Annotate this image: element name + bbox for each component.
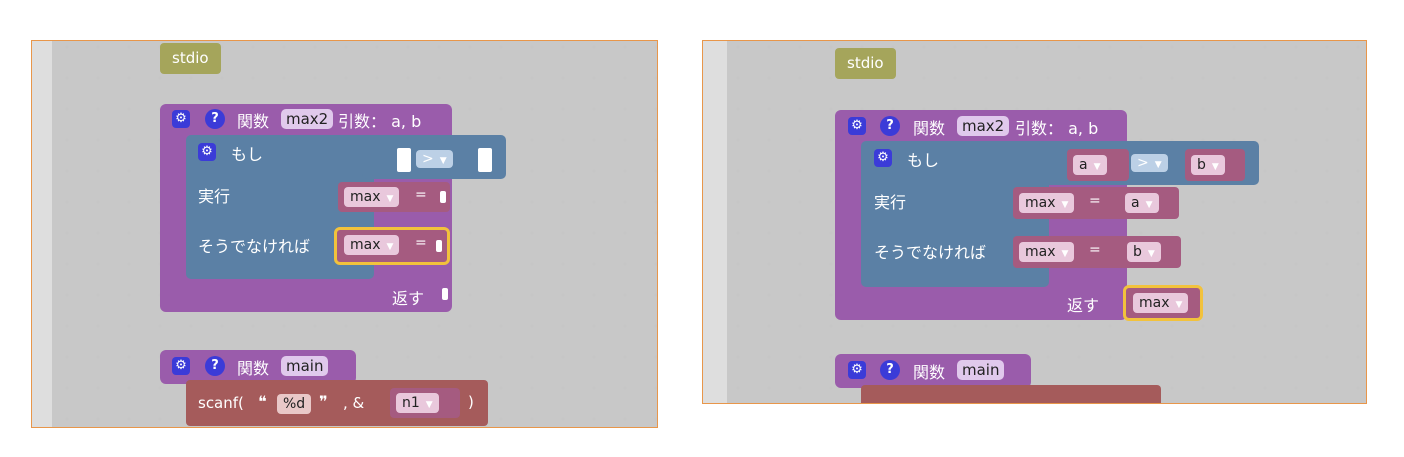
gear-icon[interactable]: ⚙ (172, 357, 190, 375)
scanf-prefix: scanf( (198, 394, 244, 412)
dropdown-arrow-icon: ▼ (1147, 249, 1155, 259)
function-name-field[interactable]: main (957, 360, 1005, 380)
variable-dropdown[interactable]: a ▼ (1073, 155, 1107, 175)
variable-dropdown[interactable]: n1 ▼ (396, 393, 439, 413)
empty-value-socket[interactable] (440, 191, 446, 203)
gear-icon[interactable]: ⚙ (874, 149, 892, 167)
dropdown-arrow-icon: ▼ (386, 242, 394, 252)
stdio-label: stdio (172, 49, 209, 67)
function-args-label: 引数： a, b (338, 112, 422, 131)
address-label: , & (343, 394, 365, 412)
scanf-close: ) (468, 393, 474, 411)
function-keyword: 関数 (913, 363, 946, 382)
stdio-block[interactable]: stdio (835, 48, 896, 79)
equals-label: = (415, 187, 427, 203)
gear-icon[interactable]: ⚙ (172, 110, 190, 128)
variable-dropdown[interactable]: max ▼ (1019, 193, 1075, 213)
gear-icon[interactable]: ⚙ (848, 361, 866, 379)
dropdown-arrow-icon: ▼ (1061, 200, 1069, 210)
function-keyword: 関数 (913, 119, 946, 138)
dropdown-arrow-icon: ▼ (386, 194, 394, 204)
function-name-field[interactable]: main (281, 356, 329, 376)
dropdown-arrow-icon: ▼ (1145, 200, 1153, 210)
open-quote: ❝ (258, 392, 267, 411)
variable-dropdown[interactable]: max ▼ (344, 235, 400, 255)
scanf-block-partial[interactable] (861, 385, 1161, 403)
equals-label: = (415, 235, 427, 251)
dropdown-arrow-icon: ▼ (425, 400, 433, 410)
dropdown-arrow-icon: ▼ (1211, 162, 1219, 172)
function-args-label: 引数： a, b (1015, 119, 1099, 138)
return-label: 返す (392, 289, 425, 308)
variable-dropdown[interactable]: max ▼ (1019, 242, 1075, 262)
then-label: 実行 (874, 193, 907, 212)
if-label: もし (907, 151, 940, 170)
dropdown-arrow-icon: ▼ (1093, 162, 1101, 172)
format-string-field[interactable]: %d (277, 394, 312, 414)
return-label: 返す (1067, 296, 1100, 315)
variable-dropdown[interactable]: b ▼ (1127, 242, 1161, 262)
workspace-left[interactable]: stdio ⚙ ? 関数 max2 引数： a, b ⚙ もし > ▼ 実行 そう… (31, 40, 658, 428)
dropdown-arrow-icon: ▼ (1061, 249, 1069, 259)
variable-dropdown[interactable]: max ▼ (344, 187, 400, 207)
help-icon[interactable]: ? (205, 109, 225, 129)
empty-input-slot[interactable] (478, 148, 492, 172)
help-icon[interactable]: ? (880, 360, 900, 380)
dropdown-arrow-icon: ▼ (1154, 160, 1162, 170)
workspace-right[interactable]: stdio ⚙ ? 関数 max2 引数： a, b ⚙ もし a ▼ > ▼ b ▼… (702, 40, 1367, 404)
gear-icon[interactable]: ⚙ (848, 117, 866, 135)
if-label: もし (231, 145, 264, 164)
gear-icon[interactable]: ⚙ (198, 143, 216, 161)
compare-operator-dropdown[interactable]: > ▼ (416, 150, 453, 168)
variable-dropdown[interactable]: max ▼ (1133, 293, 1189, 313)
variable-dropdown[interactable]: a ▼ (1125, 193, 1159, 213)
close-quote: ❞ (319, 392, 328, 411)
variable-dropdown[interactable]: b ▼ (1191, 155, 1225, 175)
help-icon[interactable]: ? (205, 356, 225, 376)
stdio-label: stdio (847, 54, 884, 72)
empty-input-slot[interactable] (397, 148, 411, 172)
dropdown-arrow-icon: ▼ (439, 156, 447, 166)
function-keyword: 関数 (237, 359, 270, 378)
function-name-field[interactable]: max2 (281, 109, 334, 129)
help-icon[interactable]: ? (880, 116, 900, 136)
else-label: そうでなければ (198, 237, 311, 256)
function-name-field[interactable]: max2 (957, 116, 1010, 136)
empty-value-socket[interactable] (436, 240, 442, 252)
then-label: 実行 (198, 187, 231, 206)
return-value-socket[interactable] (442, 288, 448, 300)
equals-label: = (1089, 242, 1101, 258)
equals-label: = (1089, 193, 1101, 209)
else-label: そうでなければ (874, 243, 987, 262)
dropdown-arrow-icon: ▼ (1175, 300, 1183, 310)
function-keyword: 関数 (237, 112, 270, 131)
compare-operator-dropdown[interactable]: > ▼ (1131, 154, 1168, 172)
stdio-block[interactable]: stdio (160, 43, 221, 74)
